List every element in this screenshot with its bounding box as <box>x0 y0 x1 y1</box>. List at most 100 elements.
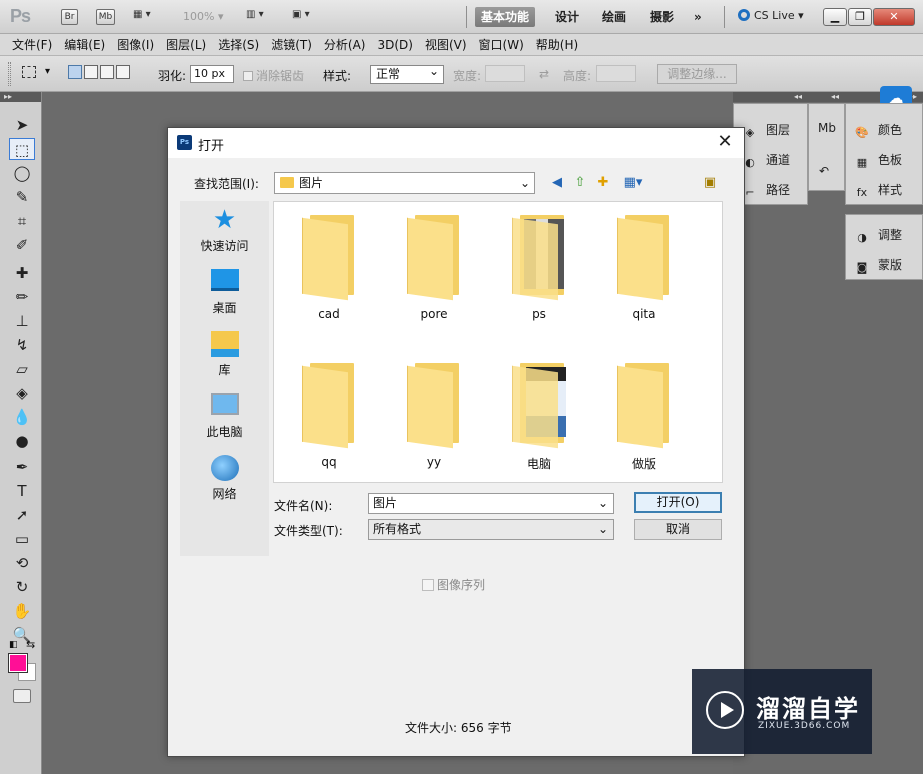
history-brush-tool-icon[interactable]: ↯ <box>9 334 35 356</box>
intersect-selection-icon[interactable] <box>116 65 130 79</box>
panel-channels[interactable]: ◐ 通道 <box>742 151 790 170</box>
close-app-button[interactable]: ✕ <box>873 8 915 26</box>
menu-select[interactable]: 选择(S) <box>212 34 265 56</box>
menu-edit[interactable]: 编辑(E) <box>58 34 111 56</box>
height-input[interactable] <box>596 65 636 82</box>
folder-item[interactable]: qita <box>594 215 694 321</box>
panel-paths[interactable]: ⌐ 路径 <box>742 181 790 200</box>
panel-layers[interactable]: ◈ 图层 <box>742 121 790 140</box>
folder-item[interactable]: cad <box>279 215 379 321</box>
place-libraries[interactable]: 库 <box>180 331 269 378</box>
antialias-checkbox[interactable]: 消除锯齿 <box>243 67 304 84</box>
place-desktop[interactable]: 桌面 <box>180 269 269 316</box>
eraser-tool-icon[interactable]: ▱ <box>9 358 35 380</box>
crop-tool-icon[interactable]: ⌗ <box>9 210 35 232</box>
panel-swatches[interactable]: ▦ 色板 <box>854 151 902 170</box>
preset-dropdown-arrow[interactable]: ▾ <box>45 66 50 77</box>
subtract-selection-icon[interactable] <box>100 65 114 79</box>
rect-marquee-preset-icon[interactable] <box>22 66 36 78</box>
menu-view[interactable]: 视图(V) <box>419 34 473 56</box>
options-grip[interactable] <box>8 62 11 86</box>
clone-stamp-tool-icon[interactable]: ⊥ <box>9 310 35 332</box>
panel-masks[interactable]: ◙ 蒙版 <box>854 256 902 275</box>
menu-help[interactable]: 帮助(H) <box>530 34 584 56</box>
menu-file[interactable]: 文件(F) <box>0 34 58 56</box>
back-icon[interactable]: ◀ <box>548 174 566 192</box>
shape-tool-icon[interactable]: ▭ <box>9 528 35 550</box>
workspace-photography[interactable]: 摄影 <box>644 7 680 27</box>
blur-tool-icon[interactable]: 💧 <box>9 406 35 428</box>
menu-window[interactable]: 窗口(W) <box>473 34 530 56</box>
cs-live-menu[interactable]: CS Live ▾ <box>738 9 804 22</box>
move-tool-icon[interactable]: ➤ <box>9 114 35 136</box>
folder-item[interactable]: ps <box>489 215 589 321</box>
quick-select-tool-icon[interactable]: ✎ <box>9 186 35 208</box>
dodge-tool-icon[interactable]: ● <box>9 430 35 452</box>
new-selection-icon[interactable] <box>68 65 82 79</box>
paint-bucket-tool-icon[interactable]: ◈ <box>9 382 35 404</box>
marquee-tool-icon[interactable]: ⬚ <box>9 138 35 160</box>
refine-edge-button[interactable]: 调整边缘... <box>657 64 737 84</box>
add-selection-icon[interactable] <box>84 65 98 79</box>
feather-input[interactable]: 10 px <box>190 65 234 83</box>
place-this-pc[interactable]: 此电脑 <box>180 393 269 440</box>
bridge-button[interactable]: Br <box>61 9 78 25</box>
minimize-button[interactable]: ▁ <box>823 8 847 26</box>
restore-button[interactable]: ❐ <box>848 8 872 26</box>
place-network[interactable]: 网络 <box>180 455 269 502</box>
panel-styles[interactable]: fx 样式 <box>854 181 902 200</box>
dialog-titlebar[interactable]: Ps 打开 ✕ <box>168 128 744 158</box>
hand-tool-icon[interactable]: ✋ <box>9 600 35 622</box>
pen-tool-icon[interactable]: ✒ <box>9 456 35 478</box>
path-selection-tool-icon[interactable]: ➚ <box>9 504 35 526</box>
panel-adjustments[interactable]: ◑ 调整 <box>854 226 902 245</box>
place-quick-access[interactable]: ★ 快速访问 <box>180 207 269 254</box>
folder-item[interactable]: 做版 <box>594 363 694 472</box>
more-workspaces-button[interactable]: » <box>688 7 708 27</box>
lookin-select[interactable]: 图片 ⌄ <box>274 172 535 194</box>
open-button[interactable]: 打开(O) <box>634 492 722 513</box>
up-folder-icon[interactable]: ⇧ <box>571 174 589 192</box>
quick-mask-icon[interactable] <box>13 689 31 703</box>
type-tool-icon[interactable]: T <box>9 480 35 502</box>
mini-bridge-panel-icon[interactable]: Mb <box>818 121 836 135</box>
style-select[interactable]: 正常 <box>370 63 444 84</box>
lasso-tool-icon[interactable]: ◯ <box>9 162 35 184</box>
menu-image[interactable]: 图像(I) <box>111 34 160 56</box>
favorite-folder-icon[interactable]: ▣ <box>701 174 719 192</box>
arrange-documents-dropdown[interactable]: ▥ ▾ <box>246 9 264 25</box>
history-panel-icon[interactable]: ↶ <box>819 164 829 178</box>
folder-item[interactable]: pore <box>384 215 484 321</box>
tools-collapse-icon[interactable]: ▸▸ <box>0 92 41 102</box>
mini-bridge-button[interactable]: Mb <box>96 9 115 25</box>
view-extras-dropdown[interactable]: ▦ ▾ <box>133 9 151 25</box>
3d-rotate-tool-icon[interactable]: ⟲ <box>9 552 35 574</box>
brush-tool-icon[interactable]: ✏ <box>9 286 35 308</box>
dialog-close-button[interactable]: ✕ <box>714 131 736 153</box>
swap-icon[interactable]: ⇄ <box>539 67 549 81</box>
menu-analysis[interactable]: 分析(A) <box>318 34 372 56</box>
dock-collapse-icon[interactable]: ◂◂ <box>808 92 845 102</box>
workspace-essentials[interactable]: 基本功能 <box>475 7 536 27</box>
folder-item[interactable]: qq <box>279 363 379 469</box>
workspace-design[interactable]: 设计 <box>549 7 585 27</box>
menu-layer[interactable]: 图层(L) <box>160 34 212 56</box>
zoom-level[interactable]: 100% ▾ <box>183 10 223 23</box>
panel-color[interactable]: 🎨 颜色 <box>854 121 902 140</box>
cancel-button[interactable]: 取消 <box>634 519 722 540</box>
image-sequence-checkbox[interactable]: 图像序列 <box>422 576 485 593</box>
workspace-painting[interactable]: 绘画 <box>596 7 632 27</box>
menu-filter[interactable]: 滤镜(T) <box>265 34 318 56</box>
healing-brush-tool-icon[interactable]: ✚ <box>9 262 35 284</box>
3d-orbit-tool-icon[interactable]: ↻ <box>9 576 35 598</box>
folder-item[interactable]: yy <box>384 363 484 469</box>
dock-collapse-icon[interactable]: ◂◂ <box>733 92 808 102</box>
swap-colors-icon[interactable]: ⇆ <box>26 638 35 651</box>
default-colors-icon[interactable]: ◧ <box>9 640 18 650</box>
menu-3d[interactable]: 3D(D) <box>371 34 418 56</box>
folder-item[interactable]: 电脑 <box>489 363 589 472</box>
width-input[interactable] <box>485 65 525 82</box>
foreground-color-swatch[interactable] <box>9 654 27 672</box>
view-menu-icon[interactable]: ▦▾ <box>620 174 646 192</box>
screen-mode-dropdown[interactable]: ▣ ▾ <box>292 9 310 25</box>
